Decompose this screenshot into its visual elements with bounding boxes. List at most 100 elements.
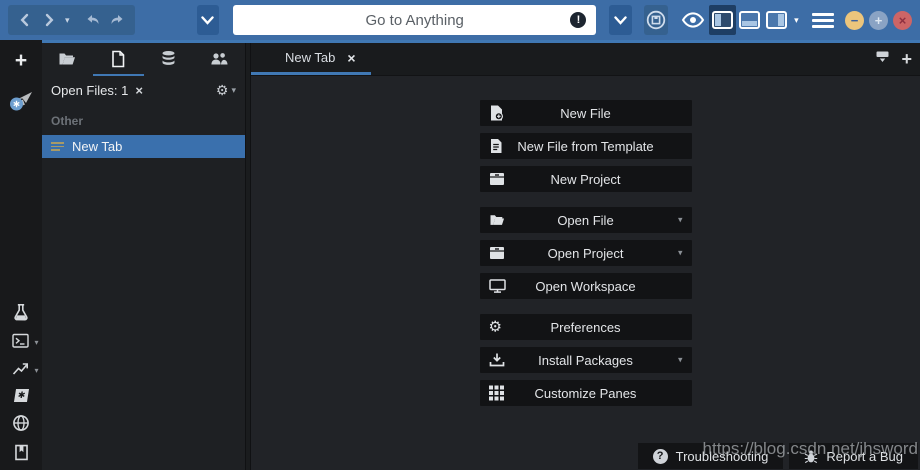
- tab-collaboration[interactable]: [194, 43, 245, 76]
- preferences-button[interactable]: ⚙ Preferences: [480, 314, 692, 340]
- browser-button[interactable]: [12, 414, 30, 432]
- start-page-actions: New File New File from Template: [480, 100, 692, 406]
- folder-icon: [58, 51, 77, 67]
- eye-icon: [681, 11, 705, 29]
- open-file-caret[interactable]: ▾: [678, 215, 683, 226]
- bug-icon: [804, 449, 818, 464]
- menu-icon: [812, 13, 834, 16]
- save-icon: [645, 9, 667, 31]
- close-tab-icon[interactable]: ×: [347, 51, 355, 65]
- search-scope-dropdown[interactable]: [609, 5, 631, 35]
- document-icon: [110, 50, 126, 68]
- left-icon-strip: + ▾ ▾: [0, 40, 42, 470]
- terminal-caret[interactable]: ▾: [34, 338, 38, 347]
- save-circled-button[interactable]: [644, 5, 668, 35]
- question-icon: ?: [653, 449, 668, 464]
- chevron-down-icon: [614, 16, 627, 25]
- main-menu-button[interactable]: [812, 13, 834, 28]
- tab-places[interactable]: [42, 43, 93, 76]
- add-button[interactable]: +: [15, 50, 27, 71]
- help-footer: ? Troubleshooting Report a Bug: [638, 443, 918, 469]
- tab-databases[interactable]: [144, 43, 195, 76]
- open-project-caret[interactable]: ▾: [678, 248, 683, 259]
- chart-line-icon: [12, 361, 31, 377]
- share-notification-button[interactable]: [8, 86, 35, 118]
- editor-tab-new-tab[interactable]: New Tab ×: [251, 43, 371, 75]
- toolbar-dropdown-button[interactable]: [197, 5, 219, 35]
- preview-toggle-button[interactable]: [681, 11, 705, 29]
- file-lines-icon: [51, 142, 64, 151]
- new-file-icon: [489, 105, 504, 122]
- back-button[interactable]: [17, 12, 33, 28]
- customize-panes-button[interactable]: Customize Panes: [480, 380, 692, 406]
- troubleshooting-button[interactable]: ? Troubleshooting: [638, 443, 784, 469]
- pane-layout-caret[interactable]: ▾: [794, 16, 799, 25]
- open-files-title: Open Files: 1: [51, 83, 128, 98]
- new-tab-button[interactable]: +: [901, 50, 912, 68]
- chevron-left-icon: [17, 12, 33, 28]
- tab-list-icon: [874, 49, 891, 64]
- minimize-button[interactable]: −: [845, 11, 864, 30]
- documentation-button[interactable]: [13, 444, 30, 461]
- toggle-left-pane-button[interactable]: [709, 5, 736, 35]
- panel-settings-button[interactable]: ⚙ ▾: [216, 82, 236, 99]
- new-project-button[interactable]: New Project: [480, 166, 692, 192]
- open-file-button[interactable]: Open File ▾: [480, 207, 692, 233]
- chart-button[interactable]: ▾: [12, 361, 31, 377]
- macro-button[interactable]: ✱: [13, 389, 28, 402]
- maximize-button[interactable]: +: [869, 11, 888, 30]
- project-box-icon: [489, 172, 505, 186]
- project-box-icon: [489, 246, 505, 260]
- undo-button[interactable]: [84, 12, 101, 28]
- gear-icon: ⚙: [216, 82, 229, 99]
- go-to-anything-search: !: [233, 5, 597, 35]
- globe-icon: [12, 414, 30, 432]
- open-files-header: Open Files: 1 × ⚙ ▾: [42, 76, 245, 105]
- tab-label: New Tab: [285, 50, 335, 65]
- book-icon: [13, 444, 30, 461]
- toggle-bottom-pane-button[interactable]: [736, 5, 763, 35]
- open-workspace-button[interactable]: Open Workspace: [480, 273, 692, 299]
- share-icon: [8, 86, 35, 113]
- top-toolbar: ▾ !: [0, 0, 920, 40]
- tab-open-files[interactable]: [93, 43, 144, 76]
- report-bug-button[interactable]: Report a Bug: [789, 443, 918, 469]
- file-template-icon: [489, 138, 503, 154]
- navigation-button-group: ▾: [8, 5, 135, 35]
- pane-layout-group: ▾: [709, 5, 799, 35]
- editor-tab-bar: New Tab × +: [251, 43, 920, 76]
- grid-icon: [489, 386, 504, 401]
- toggle-right-pane-button[interactable]: [763, 5, 790, 35]
- bottom-pane-icon: [739, 11, 760, 29]
- redo-icon: [109, 12, 126, 28]
- new-file-from-template-button[interactable]: New File from Template: [480, 133, 692, 159]
- monitor-icon: [489, 279, 506, 294]
- new-file-button[interactable]: New File: [480, 100, 692, 126]
- terminal-icon: [12, 333, 31, 349]
- forward-button[interactable]: [41, 12, 57, 28]
- database-icon: [160, 50, 177, 67]
- app-window: ▾ !: [0, 0, 920, 470]
- editor-start-page: New File New File from Template: [251, 76, 920, 470]
- side-panel-tabs: [42, 43, 245, 76]
- right-pane-icon: [766, 11, 787, 29]
- open-project-button[interactable]: Open Project ▾: [480, 240, 692, 266]
- left-side-panel: Open Files: 1 × ⚙ ▾ Other New Tab: [42, 43, 245, 470]
- redo-button[interactable]: [109, 12, 126, 28]
- open-folder-icon: [489, 213, 506, 227]
- close-panel-filter-icon[interactable]: ×: [135, 84, 143, 97]
- close-window-button[interactable]: ×: [893, 11, 912, 30]
- install-packages-button[interactable]: Install Packages ▾: [480, 347, 692, 373]
- asterisk-icon: ✱: [16, 390, 25, 401]
- terminal-button[interactable]: ▾: [12, 333, 31, 349]
- tab-list-button[interactable]: [874, 49, 891, 69]
- history-caret[interactable]: ▾: [65, 16, 70, 25]
- test-flask-button[interactable]: [12, 303, 30, 321]
- open-file-list-item[interactable]: New Tab: [42, 135, 245, 158]
- search-input[interactable]: [233, 5, 597, 35]
- chart-caret[interactable]: ▾: [34, 366, 38, 375]
- chevron-right-icon: [41, 12, 57, 28]
- left-pane-icon: [712, 11, 733, 29]
- people-icon: [210, 51, 229, 67]
- install-packages-caret[interactable]: ▾: [678, 355, 683, 366]
